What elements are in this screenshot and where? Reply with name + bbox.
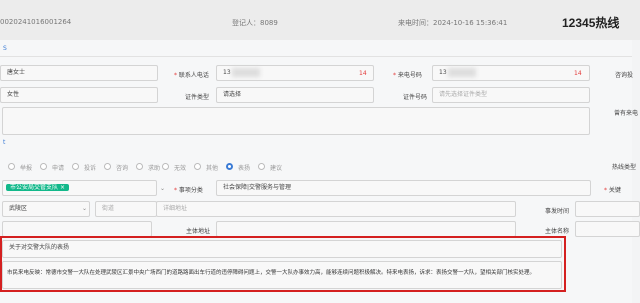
consult-label: 咨询投 (615, 72, 634, 79)
masked-caller-number (448, 68, 476, 77)
contact-phone-label: * 联系人电话 (174, 72, 209, 79)
chevron-down-icon[interactable]: ⌄ (82, 205, 87, 212)
street-select[interactable]: 街道 (95, 201, 157, 217)
caller-number-count: 14 (574, 70, 582, 77)
subject-name-input[interactable] (2, 221, 152, 237)
radio-label: 咨询 (116, 165, 129, 172)
radio-consult[interactable] (104, 163, 111, 170)
radio-apply[interactable] (40, 163, 47, 170)
radio-help[interactable] (136, 163, 143, 170)
divider (0, 56, 632, 57)
subject-name-right-input[interactable] (575, 221, 640, 237)
call-time: 来电时间：2024-10-16 15:36:41 (398, 19, 508, 27)
radio-label: 投诉 (84, 165, 97, 172)
remark-textarea[interactable] (2, 107, 590, 135)
chevron-down-icon[interactable]: ⌄ (160, 185, 165, 192)
id-type-select[interactable]: 请选择 (216, 87, 374, 103)
masked-number (232, 68, 260, 77)
gender-select[interactable]: 女性 (0, 87, 158, 103)
ticket-number: 0020241016001264 (0, 18, 72, 26)
radio-complain[interactable] (72, 163, 79, 170)
header-bar (0, 0, 640, 40)
radio-invalid[interactable] (162, 163, 169, 170)
radio-label: 无效 (174, 165, 187, 172)
registrar: 登记人：8089 (232, 19, 278, 27)
radio-label: 举报 (20, 165, 33, 172)
category-field[interactable]: 社会保障|交警服务与管理 (216, 180, 591, 196)
side-mark: t (3, 139, 6, 146)
subject-address-input[interactable] (216, 221, 516, 237)
contact-phone-value: 13 (223, 69, 231, 76)
subject-name-label: 主体名称 (545, 228, 570, 235)
id-number-label: 证件号码 (403, 94, 428, 101)
prior-call-label: 曾有来电 (614, 110, 639, 117)
radio-report[interactable] (8, 163, 15, 170)
event-time-label: 事发时间 (545, 208, 570, 215)
radio-label: 申请 (52, 165, 65, 172)
event-time-input[interactable] (575, 201, 640, 217)
caller-number-label: * 来电号码 (393, 72, 422, 79)
caller-number-value: 13 (439, 69, 447, 76)
close-icon[interactable]: × (60, 184, 65, 191)
district-select[interactable]: 武陵区 (2, 201, 90, 217)
radio-label: 求助 (148, 165, 161, 172)
radio-label: 其他 (206, 165, 219, 172)
category-label: * 事项分类 (174, 187, 203, 194)
subject-address-label: 主体地址 (186, 228, 211, 235)
page-title: 12345热线 (562, 16, 620, 30)
hotline-type-label: 热线类型 (612, 164, 637, 171)
radio-other[interactable] (194, 163, 201, 170)
radio-label: 建议 (270, 165, 283, 172)
id-number-input[interactable]: 请先选择证件类型 (432, 87, 590, 103)
radio-suggest[interactable] (258, 163, 265, 170)
id-type-label: 证件类型 (185, 94, 210, 101)
address-input[interactable]: 详细地址 (156, 201, 516, 217)
dept-tag-text: 市公安局交管支队 (10, 184, 59, 191)
contact-phone-count: 14 (359, 70, 367, 77)
name-field[interactable]: 唐女士 (0, 65, 158, 81)
radio-label: 表扬 (238, 165, 251, 172)
dept-tag: 市公安局交管支队 × (6, 184, 69, 191)
highlight-box (0, 236, 566, 292)
dept-select[interactable]: 市公安局交管支队 × (2, 180, 157, 196)
keyword-label: * 关键 (604, 187, 621, 194)
radio-praise[interactable] (226, 163, 233, 170)
complaint-type-radio-group: 举报 申请 投诉 咨询 求助 无效 其他 表扬 建议 (0, 160, 600, 174)
tab-s[interactable]: S (3, 45, 7, 52)
